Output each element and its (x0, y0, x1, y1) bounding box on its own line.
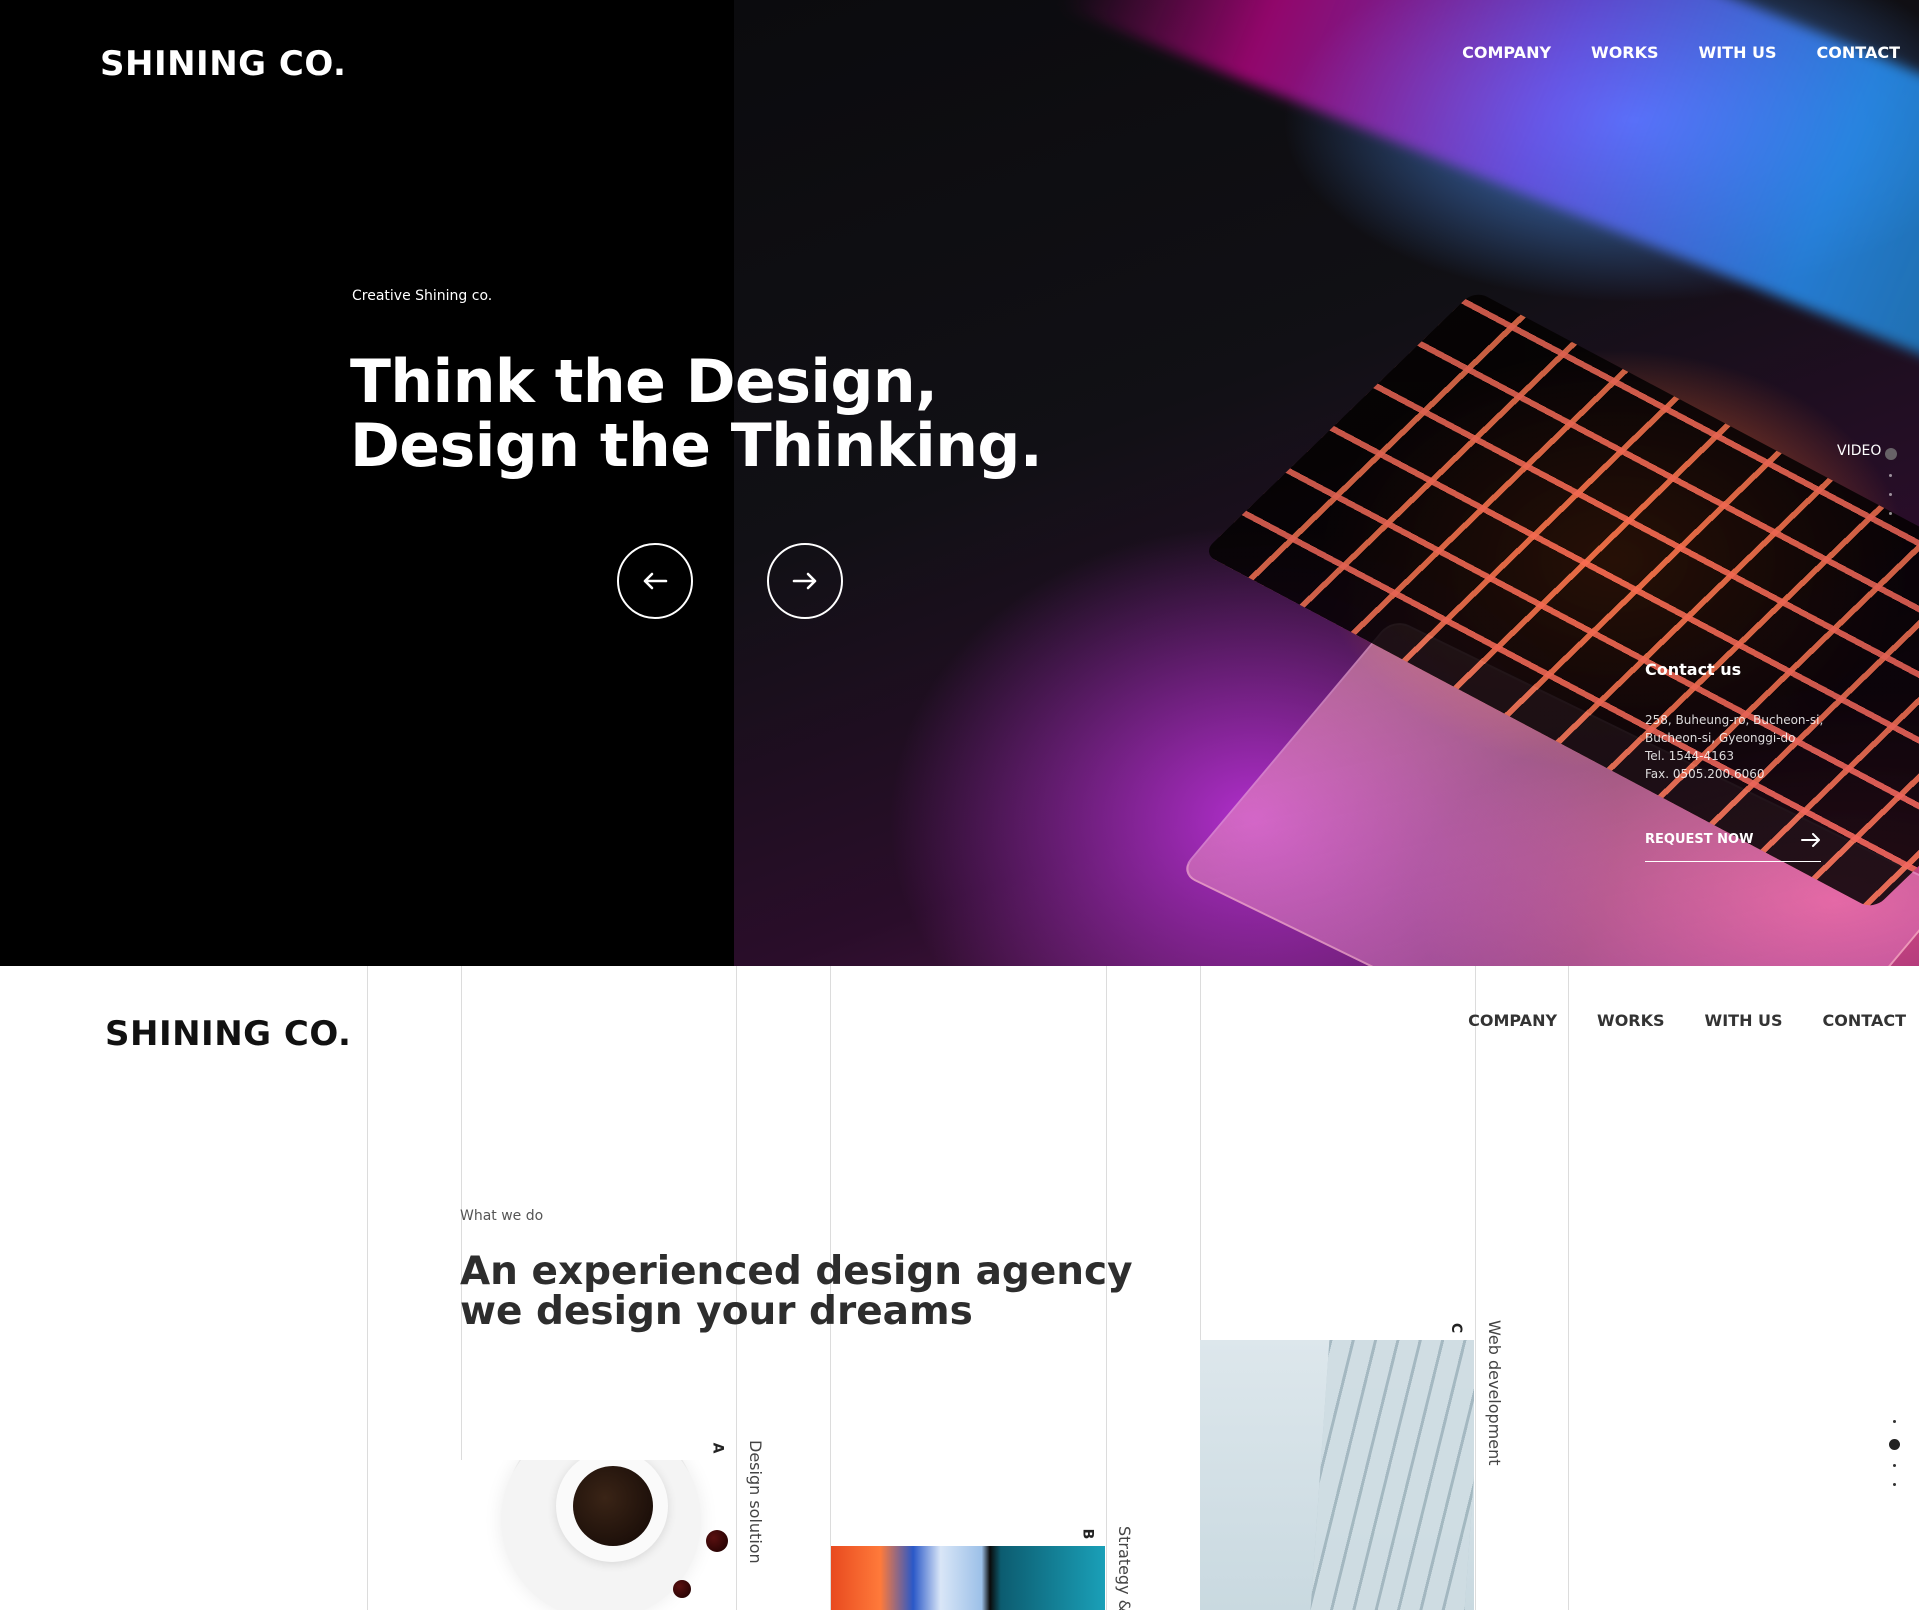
card-a-label[interactable]: Design solution (746, 1440, 765, 1564)
section-headline-line2: we design your dreams (460, 1289, 973, 1334)
arrow-left-icon (643, 572, 668, 590)
nav-contact[interactable]: CONTACT (1823, 1011, 1906, 1030)
main-nav: COMPANY WORKS WITH US CONTACT (1462, 43, 1900, 62)
video-label[interactable]: VIDEO (1837, 443, 1881, 459)
arrow-right-icon (792, 572, 817, 590)
nav-works[interactable]: WORKS (1591, 43, 1659, 62)
card-b-letter: B (1079, 1528, 1096, 1540)
contact-fax: Fax. 0505.200.6060 (1645, 767, 1765, 781)
nav-company[interactable]: COMPANY (1468, 1011, 1557, 1030)
pagination-dot[interactable] (1893, 1464, 1896, 1467)
pagination-dot-active[interactable] (1885, 448, 1897, 460)
hero-eyebrow: Creative Shining co. (352, 288, 493, 304)
contact-address-line2: Bucheon-si, Gyeonggi-do (1645, 731, 1796, 745)
brand-logo[interactable]: SHINING CO. (100, 44, 346, 84)
building-facade (1310, 1340, 1474, 1610)
pagination-dot[interactable] (1889, 474, 1892, 477)
card-a-image[interactable] (461, 1460, 735, 1610)
card-c-letter: C (1448, 1322, 1465, 1334)
card-c-label[interactable]: Web development (1485, 1320, 1504, 1466)
nav-contact[interactable]: CONTACT (1817, 43, 1900, 62)
hero-headline: Think the Design, Design the Thinking. (350, 347, 1043, 481)
request-now-button[interactable]: REQUEST NOW (1645, 832, 1821, 862)
nav-with-us[interactable]: WITH US (1699, 43, 1777, 62)
grid-line (1475, 966, 1476, 1610)
next-slide-button[interactable] (767, 543, 843, 619)
pagination-dot[interactable] (1893, 1420, 1896, 1423)
prev-slide-button[interactable] (617, 543, 693, 619)
section-eyebrow: What we do (460, 1208, 544, 1224)
contact-details: 258, Buheung-ro, Bucheon-si, Bucheon-si,… (1645, 711, 1823, 783)
request-now-label: REQUEST NOW (1645, 832, 1754, 847)
pagination-dot[interactable] (1893, 1483, 1896, 1486)
pagination-dot-active[interactable] (1889, 1439, 1900, 1450)
grid-line (367, 966, 368, 1610)
pagination-dot[interactable] (1889, 493, 1892, 496)
card-c-image[interactable] (1200, 1340, 1474, 1610)
hero-headline-line1: Think the Design, (350, 347, 938, 417)
contact-block: Contact us 258, Buheung-ro, Bucheon-si, … (1645, 660, 1823, 783)
nav-works[interactable]: WORKS (1597, 1011, 1665, 1030)
card-b-image[interactable] (831, 1546, 1105, 1610)
cherry (673, 1580, 691, 1598)
section-headline: An experienced design agency we design y… (460, 1252, 1133, 1332)
hero-black-panel (0, 0, 734, 966)
hero-laptop-image (734, 0, 1919, 966)
what-we-do-section: SHINING CO. COMPANY WORKS WITH US CONTAC… (0, 966, 1919, 1610)
hero-pagination-dots (1885, 448, 1897, 531)
cherry (706, 1530, 728, 1552)
coffee (573, 1466, 653, 1546)
nav-company[interactable]: COMPANY (1462, 43, 1551, 62)
main-nav-light: COMPANY WORKS WITH US CONTACT (1468, 1011, 1906, 1030)
contact-title: Contact us (1645, 660, 1742, 679)
grid-line (1568, 966, 1569, 1610)
pagination-dot[interactable] (1889, 512, 1892, 515)
contact-tel: Tel. 1544-4163 (1645, 749, 1735, 763)
hero-headline-line2: Design the Thinking. (350, 411, 1043, 481)
section-pagination-dots (1889, 1420, 1900, 1502)
nav-with-us[interactable]: WITH US (1705, 1011, 1783, 1030)
section-headline-line1: An experienced design agency (460, 1249, 1133, 1294)
arrow-right-icon (1801, 832, 1820, 847)
hero-section: SHINING CO. COMPANY WORKS WITH US CONTAC… (0, 0, 1919, 966)
contact-address-line1: 258, Buheung-ro, Bucheon-si, (1645, 713, 1824, 727)
card-a-letter: A (709, 1442, 726, 1454)
brand-logo[interactable]: SHINING CO. (105, 1014, 351, 1054)
card-b-label[interactable]: Strategy & (1115, 1526, 1134, 1610)
